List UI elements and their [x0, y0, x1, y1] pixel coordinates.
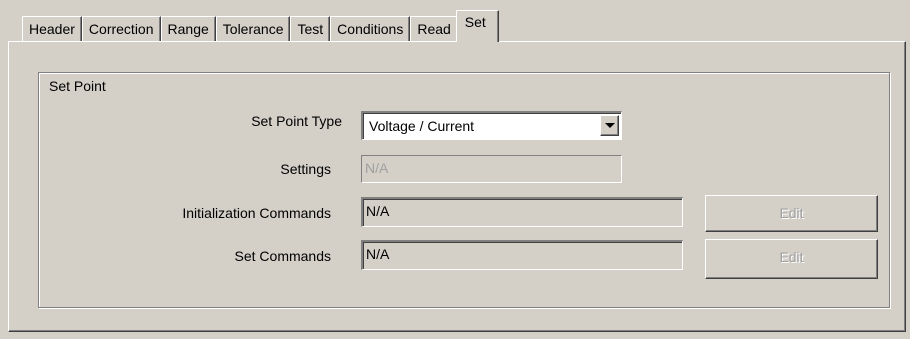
tab-test[interactable]: Test	[290, 16, 331, 42]
set-point-type-label: Set Point Type	[251, 113, 342, 129]
set-point-type-select[interactable]: Voltage / Current	[361, 111, 622, 140]
tab-range[interactable]: Range	[160, 16, 216, 42]
chevron-down-icon	[605, 123, 615, 128]
tab-tolerance[interactable]: Tolerance	[215, 16, 291, 42]
tab-read[interactable]: Read	[410, 16, 458, 42]
tab-set[interactable]: Set	[455, 10, 499, 42]
settings-label: Settings	[280, 161, 331, 177]
initialization-commands-field[interactable]: N/A	[361, 197, 683, 227]
set-tab-page: Header Correction Range Tolerance Test C…	[0, 0, 910, 339]
set-point-type-value: Voltage / Current	[369, 118, 475, 134]
tab-range-label: Range	[167, 21, 209, 37]
tab-header-label: Header	[29, 21, 75, 37]
tab-correction-label: Correction	[88, 21, 154, 37]
initialization-commands-edit-button[interactable]: Edit	[705, 195, 878, 232]
tab-conditions[interactable]: Conditions	[330, 16, 411, 42]
tab-conditions-label: Conditions	[337, 21, 404, 37]
settings-field: N/A	[361, 155, 622, 183]
set-commands-field[interactable]: N/A	[361, 240, 683, 270]
dropdown-button[interactable]	[600, 115, 619, 136]
set-commands-edit-button[interactable]: Edit	[705, 239, 878, 279]
tab-strip: Header Correction Range Tolerance Test C…	[22, 10, 499, 42]
set-point-group-title: Set Point	[49, 78, 106, 94]
tab-header[interactable]: Header	[22, 16, 82, 42]
set-commands-label: Set Commands	[234, 248, 331, 264]
tab-test-label: Test	[297, 21, 324, 37]
initialization-commands-label: Initialization Commands	[182, 205, 331, 221]
tab-read-label: Read	[417, 21, 451, 37]
tab-correction[interactable]: Correction	[81, 16, 161, 42]
tab-tolerance-label: Tolerance	[222, 21, 284, 37]
tab-set-label: Set	[464, 14, 486, 30]
